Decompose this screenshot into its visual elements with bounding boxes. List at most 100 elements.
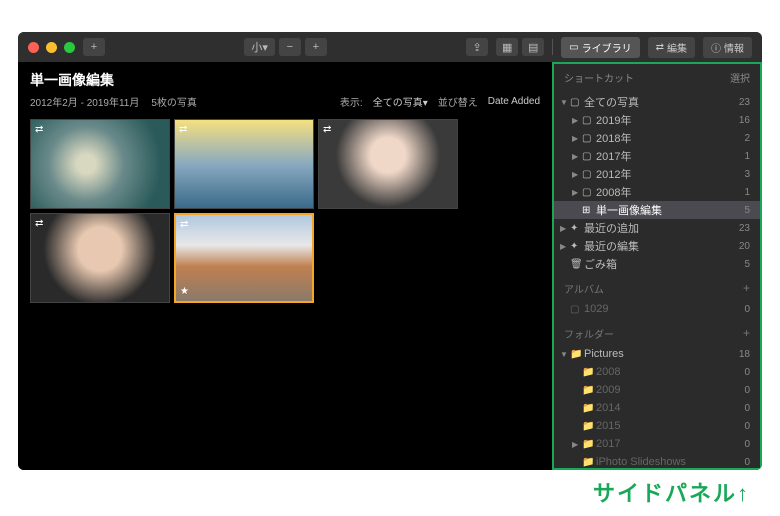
tree-row[interactable]: ▶📁20170 <box>554 435 760 453</box>
row-count: 23 <box>739 97 750 108</box>
tree-row[interactable]: 📁iPhoto Slideshows0 <box>554 453 760 470</box>
row-label: 単一画像編集 <box>596 202 744 218</box>
tab-info-label: 情報 <box>724 40 744 55</box>
tab-edit[interactable]: ⇄編集 <box>648 37 695 58</box>
tree-row[interactable]: 📁20080 <box>554 363 760 381</box>
folders-tree: ▼📁Pictures18📁20080📁20090📁20140📁20150▶📁20… <box>554 343 760 470</box>
content-area: 単一画像編集 2012年2月 - 2019年11月 5枚の写真 表示: 全ての写… <box>18 62 762 470</box>
sort-dropdown[interactable]: Date Added <box>488 96 540 107</box>
thumbnail[interactable]: ⇄ <box>30 119 170 209</box>
photo-count: 5枚の写真 <box>151 94 197 109</box>
disclosure-arrow-icon: ▶ <box>560 224 570 233</box>
tree-row[interactable]: ⊞単一画像編集5 <box>554 201 760 219</box>
disclosure-arrow-icon: ▶ <box>572 170 582 179</box>
thumbnail-grid: ⇄⇄⇄⇄⇄★ <box>18 115 552 307</box>
row-icon: ✦ <box>570 223 584 234</box>
library-icon: ▭ <box>569 42 578 53</box>
minimize-button[interactable] <box>46 42 57 53</box>
zoom-button[interactable] <box>64 42 75 53</box>
sort-label: 並び替え <box>438 94 478 109</box>
thumbnail[interactable]: ⇄ <box>318 119 458 209</box>
row-icon: 📁 <box>582 367 596 378</box>
sub-header: 2012年2月 - 2019年11月 5枚の写真 表示: 全ての写真▾ 並び替え… <box>18 94 552 115</box>
sync-icon: ⇄ <box>323 124 331 135</box>
tree-row[interactable]: ▶▢2012年3 <box>554 165 760 183</box>
annotation-label: サイドパネル↑ <box>593 476 750 508</box>
tree-row[interactable]: 🗑ごみ箱5 <box>554 255 760 273</box>
tree-row[interactable]: ▼📁Pictures18 <box>554 345 760 363</box>
row-icon: 📁 <box>582 421 596 432</box>
tree-row[interactable]: ▶▢2008年1 <box>554 183 760 201</box>
row-icon: ▢ <box>570 97 584 108</box>
row-count: 1 <box>744 151 750 162</box>
tab-library-label: ライブラリ <box>582 40 632 55</box>
display-dropdown[interactable]: 全ての写真▾ <box>373 94 428 109</box>
tab-edit-label: 編集 <box>667 40 687 55</box>
tree-row[interactable]: 📁20140 <box>554 399 760 417</box>
info-icon: ⓘ <box>711 40 721 55</box>
tree-row[interactable]: ▶▢2017年1 <box>554 147 760 165</box>
view-grid-button[interactable]: ▦ <box>496 38 518 56</box>
row-count: 3 <box>744 169 750 180</box>
row-label: 1029 <box>584 303 744 315</box>
row-label: 2014 <box>596 402 744 414</box>
thumbnail[interactable]: ⇄ <box>30 213 170 303</box>
row-label: 2017 <box>596 438 744 450</box>
sync-icon: ⇄ <box>35 124 43 135</box>
row-icon: 🗑 <box>570 259 584 270</box>
add-album-button[interactable]: + <box>743 281 750 296</box>
tree-row[interactable]: ▢10290 <box>554 300 760 318</box>
disclosure-arrow-icon: ▶ <box>572 134 582 143</box>
row-count: 20 <box>739 241 750 252</box>
disclosure-arrow-icon: ▶ <box>560 242 570 251</box>
tree-row[interactable]: ▶✦最近の編集20 <box>554 237 760 255</box>
row-icon: ▢ <box>582 115 596 126</box>
row-label: 2018年 <box>596 130 744 146</box>
row-icon: 📁 <box>582 403 596 414</box>
row-count: 0 <box>744 421 750 432</box>
row-label: ごみ箱 <box>584 256 744 272</box>
star-icon: ★ <box>180 286 189 297</box>
albums-tree: ▢10290 <box>554 298 760 320</box>
disclosure-arrow-icon: ▶ <box>572 440 582 449</box>
add-folder-button[interactable]: + <box>743 326 750 341</box>
tree-row[interactable]: 📁20150 <box>554 417 760 435</box>
tree-row[interactable]: ▶▢2019年16 <box>554 111 760 129</box>
row-icon: ⊞ <box>582 205 596 216</box>
row-label: 最近の編集 <box>584 238 739 254</box>
folder-head-label: フォルダー <box>564 326 614 341</box>
tree-row[interactable]: ▶✦最近の追加23 <box>554 219 760 237</box>
tab-info[interactable]: ⓘ情報 <box>703 37 752 58</box>
main-panel: 単一画像編集 2012年2月 - 2019年11月 5枚の写真 表示: 全ての写… <box>18 62 552 470</box>
close-button[interactable] <box>28 42 39 53</box>
thumbnail[interactable]: ⇄★ <box>174 213 314 303</box>
zoom-in-button[interactable]: + <box>305 38 327 56</box>
add-button[interactable]: + <box>83 38 105 56</box>
row-count: 1 <box>744 187 750 198</box>
zoom-out-button[interactable]: − <box>279 38 301 56</box>
tab-library[interactable]: ▭ ライブラリ <box>561 37 639 58</box>
album-head-label: アルバム <box>564 281 604 296</box>
row-count: 2 <box>744 133 750 144</box>
disclosure-arrow-icon: ▶ <box>572 116 582 125</box>
thumbnail[interactable]: ⇄ <box>174 119 314 209</box>
row-label: Pictures <box>584 348 739 360</box>
row-count: 0 <box>744 439 750 450</box>
size-group: 小 ▾ − + <box>244 38 327 56</box>
row-label: 2019年 <box>596 112 739 128</box>
share-button[interactable]: ⇪ <box>466 38 488 56</box>
row-icon: ▢ <box>582 133 596 144</box>
row-icon: 📁 <box>582 385 596 396</box>
sidebar-header: ショートカット 選択 <box>554 64 760 91</box>
row-icon: ▢ <box>582 187 596 198</box>
display-label: 表示: <box>340 94 363 109</box>
size-dropdown[interactable]: 小 ▾ <box>244 38 275 56</box>
row-icon: 📁 <box>570 349 584 360</box>
main-header: 単一画像編集 <box>18 62 552 94</box>
tree-row[interactable]: ▼▢全ての写真23 <box>554 93 760 111</box>
view-list-button[interactable]: ▤ <box>522 38 544 56</box>
sidebar-head-right: 選択 <box>730 70 750 85</box>
tree-row[interactable]: 📁20090 <box>554 381 760 399</box>
row-icon: ▢ <box>582 169 596 180</box>
tree-row[interactable]: ▶▢2018年2 <box>554 129 760 147</box>
